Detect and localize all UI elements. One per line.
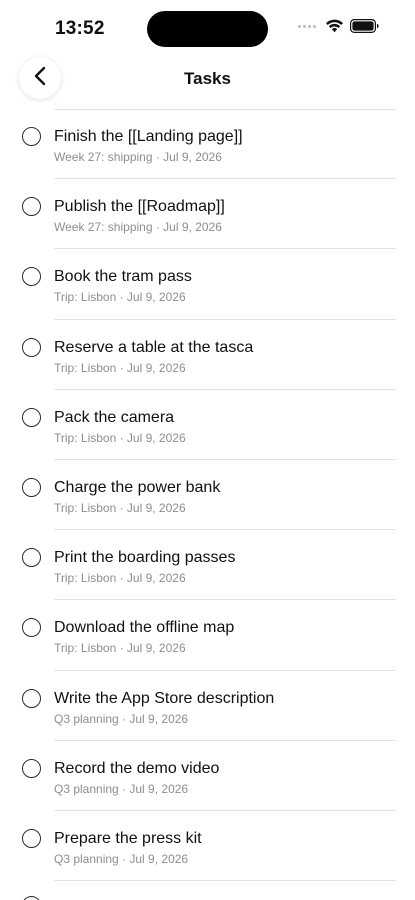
task-row[interactable]: Finish the [[Landing page]] Week 27: shi… — [0, 109, 415, 180]
task-row[interactable]: Publish the [[Roadmap]] Week 27: shippin… — [0, 179, 415, 250]
task-checkbox[interactable] — [22, 896, 41, 900]
task-list: Finish the [[Landing page]] Week 27: shi… — [0, 109, 415, 882]
battery-icon — [350, 19, 379, 33]
task-checkbox[interactable] — [22, 688, 41, 708]
task-meta: Trip: Lisbon · Jul 9, 2026 — [54, 430, 186, 445]
task-title: Print the boarding passes — [54, 549, 236, 567]
status-icons — [298, 19, 379, 33]
task-meta: Q3 planning · Jul 9, 2026 — [54, 711, 189, 726]
task-meta: Week 27: shipping · Jul 9, 2026 — [54, 220, 222, 235]
task-checkbox[interactable] — [22, 618, 41, 638]
task-meta: Week 27: shipping · Jul 9, 2026 — [54, 150, 222, 164]
task-row[interactable]: Pack the camera Trip: Lisbon · Jul 9, 20… — [0, 390, 415, 461]
status-time: 13:52 — [55, 18, 105, 39]
task-row[interactable]: Write the App Store description Q3 plann… — [0, 671, 415, 741]
task-meta: Q3 planning · Jul 9, 2026 — [54, 781, 189, 796]
wifi-icon — [325, 19, 344, 33]
task-title: Charge the power bank — [54, 478, 221, 496]
page-title: Tasks — [184, 69, 231, 88]
nav-bar: Tasks — [0, 56, 415, 106]
cellular-signal-icon — [298, 24, 316, 28]
task-meta: Q3 planning · Jul 9, 2026 — [54, 851, 189, 866]
task-meta: Trip: Lisbon · Jul 9, 2026 — [54, 500, 186, 515]
task-checkbox[interactable] — [22, 267, 41, 287]
task-checkbox[interactable] — [22, 127, 41, 146]
task-title: Publish the [[Roadmap]] — [54, 198, 225, 216]
task-checkbox[interactable] — [22, 197, 41, 217]
task-checkbox[interactable] — [22, 548, 41, 568]
task-meta: Trip: Lisbon · Jul 9, 2026 — [54, 571, 186, 586]
task-title: Write the App Store description — [54, 689, 275, 707]
task-title: Download the offline map — [54, 619, 235, 637]
task-row[interactable]: Reserve a table at the tasca Trip: Lisbo… — [0, 320, 415, 390]
task-row[interactable]: Prepare the press kit Q3 planning · Jul … — [0, 811, 415, 882]
task-checkbox[interactable] — [22, 477, 41, 497]
task-row[interactable]: Charge the power bank Trip: Lisbon · Jul… — [0, 460, 415, 531]
task-checkbox[interactable] — [22, 758, 41, 778]
dynamic-island — [147, 11, 268, 47]
task-meta: Trip: Lisbon · Jul 9, 2026 — [54, 641, 186, 656]
task-title: Prepare the press kit — [54, 829, 202, 847]
task-title: Book the tram pass — [54, 268, 192, 286]
status-bar: 13:52 — [0, 0, 415, 56]
task-row[interactable]: Book the tram pass Trip: Lisbon · Jul 9,… — [0, 249, 415, 320]
task-row[interactable]: Print the boarding passes Trip: Lisbon ·… — [0, 530, 415, 601]
task-meta: Trip: Lisbon · Jul 9, 2026 — [54, 360, 186, 375]
task-checkbox[interactable] — [22, 828, 41, 848]
task-title: Reserve a table at the tasca — [54, 338, 254, 356]
task-row[interactable]: Record the demo video Q3 planning · Jul … — [0, 741, 415, 812]
task-title: Finish the [[Landing page]] — [54, 128, 243, 145]
task-meta: Trip: Lisbon · Jul 9, 2026 — [54, 290, 186, 305]
tasks-screen: 13:52 Tasks Finish the [[Landing page]] … — [0, 0, 415, 900]
task-title: Record the demo video — [54, 759, 220, 777]
task-title: Pack the camera — [54, 408, 175, 426]
task-checkbox[interactable] — [22, 407, 41, 427]
task-checkbox[interactable] — [22, 337, 41, 357]
task-row[interactable]: Download the offline map Trip: Lisbon · … — [0, 600, 415, 671]
